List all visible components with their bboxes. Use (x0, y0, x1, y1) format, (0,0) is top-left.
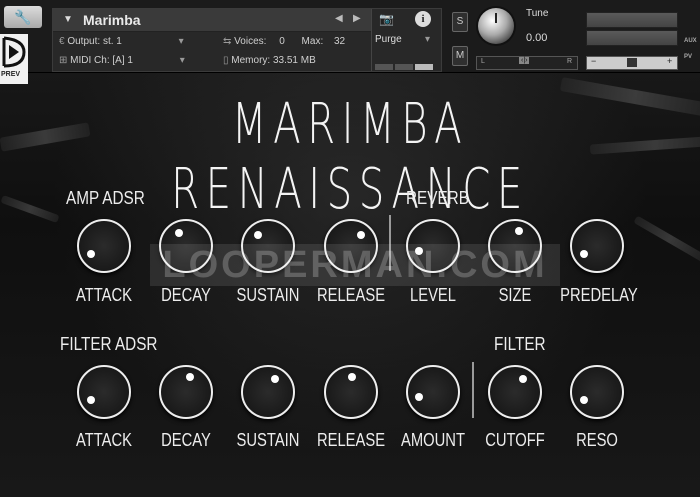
volume-minus: − (591, 56, 597, 66)
knob-indicator (87, 395, 96, 404)
kontakt-instrument-window: 🔧 PREV ▼ Marimba ◀ ▶ 📷 i € Output: st. 1… (0, 0, 700, 497)
voices-label: Voices: (234, 36, 267, 47)
aux-label[interactable]: AUX (684, 38, 697, 44)
pan-left-label: L (481, 58, 485, 65)
knob-indicator (175, 228, 184, 237)
pan-right-label: R (567, 58, 573, 65)
memory-label: Memory: (231, 55, 271, 66)
decay-knob[interactable] (159, 365, 213, 419)
tune-knob[interactable] (478, 8, 514, 44)
watermark: LOOPERMAN.COM (150, 244, 560, 286)
release-knob[interactable] (324, 365, 378, 419)
reso-label: RESO (576, 430, 618, 450)
pan-slider[interactable]: L ‹|› R (476, 56, 578, 70)
memory-display: ▯ Memory: 33.51 MB (223, 55, 316, 66)
filter-adsr-heading: FILTER ADSR (60, 334, 158, 354)
knob-indicator (414, 392, 423, 401)
instrument-header: 🔧 PREV ▼ Marimba ◀ ▶ 📷 i € Output: st. 1… (0, 0, 700, 84)
tune-label: Tune (526, 8, 549, 19)
voices-value: 0 (279, 36, 285, 47)
prev-label: PREV (1, 71, 21, 78)
attack-knob[interactable] (77, 365, 131, 419)
midi-channel-selector[interactable]: ⊞ MIDI Ch: [A] 1 ▾ (59, 55, 185, 66)
instrument-info-panel: ▼ Marimba ◀ ▶ 📷 i € Output: st. 1 ▾ ⇆ Vo… (52, 8, 442, 72)
instrument-name[interactable]: Marimba (83, 12, 141, 28)
volume-plus: + (667, 56, 673, 66)
knob-indicator (87, 249, 96, 258)
release-label: RELEASE (316, 285, 386, 305)
decay-label: DECAY (161, 430, 211, 450)
divider (371, 9, 372, 71)
release-label: RELEASE (316, 430, 386, 450)
play-logo-icon (2, 36, 26, 68)
voices-display: ⇆ Voices: 0 Max: 32 (223, 36, 346, 47)
knob-indicator (254, 230, 263, 239)
memory-value: 33.51 MB (272, 55, 316, 66)
attack-label: ATTACK (75, 285, 133, 305)
amount-label: AMOUNT (401, 430, 465, 450)
collapse-arrow-icon[interactable]: ▼ (63, 14, 73, 25)
output-selector[interactable]: € Output: st. 1 ▾ (59, 36, 184, 47)
cutoff-label: CUTOFF (485, 430, 545, 450)
section-divider (472, 362, 474, 418)
reso-knob[interactable] (570, 365, 624, 419)
predelay-knob[interactable] (570, 219, 624, 273)
reverb-heading: REVERB (406, 188, 469, 208)
level-label: LEVEL (410, 285, 456, 305)
max-voices-value[interactable]: 32 (334, 36, 345, 47)
wrench-icon[interactable]: 🔧 (4, 6, 42, 28)
next-instrument-icon[interactable]: ▶ (353, 13, 361, 24)
cutoff-knob[interactable] (488, 365, 542, 419)
knob-indicator (514, 227, 523, 236)
sustain-label: SUSTAIN (236, 430, 300, 450)
max-label: Max: (301, 36, 324, 47)
knob-indicator (270, 374, 279, 383)
predelay-label: PREDELAY (560, 285, 638, 305)
level-meter-left (586, 12, 678, 28)
instrument-title: MARIMBA RENAISSANCE (171, 92, 529, 222)
volume-slider[interactable]: − + (586, 56, 678, 70)
tune-value: 0.00 (526, 32, 548, 44)
decay-label: DECAY (161, 285, 211, 305)
knob-indicator (519, 375, 528, 384)
pv-label[interactable]: PV (684, 54, 692, 60)
volume-handle[interactable] (627, 58, 637, 67)
solo-button[interactable]: S (452, 12, 468, 32)
filter-heading: FILTER (494, 334, 546, 354)
purge-dropdown[interactable]: Purge ▾ (375, 34, 435, 50)
knob-indicator (580, 395, 589, 404)
size-label: SIZE (498, 285, 532, 305)
prev-instrument-icon[interactable]: ◀ (335, 13, 343, 24)
pan-handle[interactable]: ‹|› (519, 57, 530, 64)
amp-adsr-heading: AMP ADSR (66, 188, 145, 208)
midi-value: [A] 1 (112, 55, 133, 66)
purge-label: Purge (375, 34, 402, 45)
info-icon[interactable]: i (415, 11, 431, 27)
sustain-label: SUSTAIN (236, 285, 300, 305)
output-label: Output: (67, 36, 101, 47)
attack-knob[interactable] (77, 219, 131, 273)
knob-indicator (356, 230, 365, 239)
mute-button[interactable]: M (452, 46, 468, 66)
output-value: st. 1 (102, 36, 122, 47)
attack-label: ATTACK (75, 430, 133, 450)
amount-knob[interactable] (406, 365, 460, 419)
instrument-name-row: ▼ Marimba ◀ ▶ (53, 9, 371, 32)
knob-indicator (348, 373, 357, 382)
knob-indicator (185, 373, 194, 382)
level-meter-right (586, 30, 678, 46)
knob-indicator (580, 249, 589, 258)
purge-indicator (375, 57, 435, 75)
midi-label: MIDI Ch: (70, 55, 110, 66)
sustain-knob[interactable] (241, 365, 295, 419)
camera-icon[interactable]: 📷 (379, 12, 394, 26)
